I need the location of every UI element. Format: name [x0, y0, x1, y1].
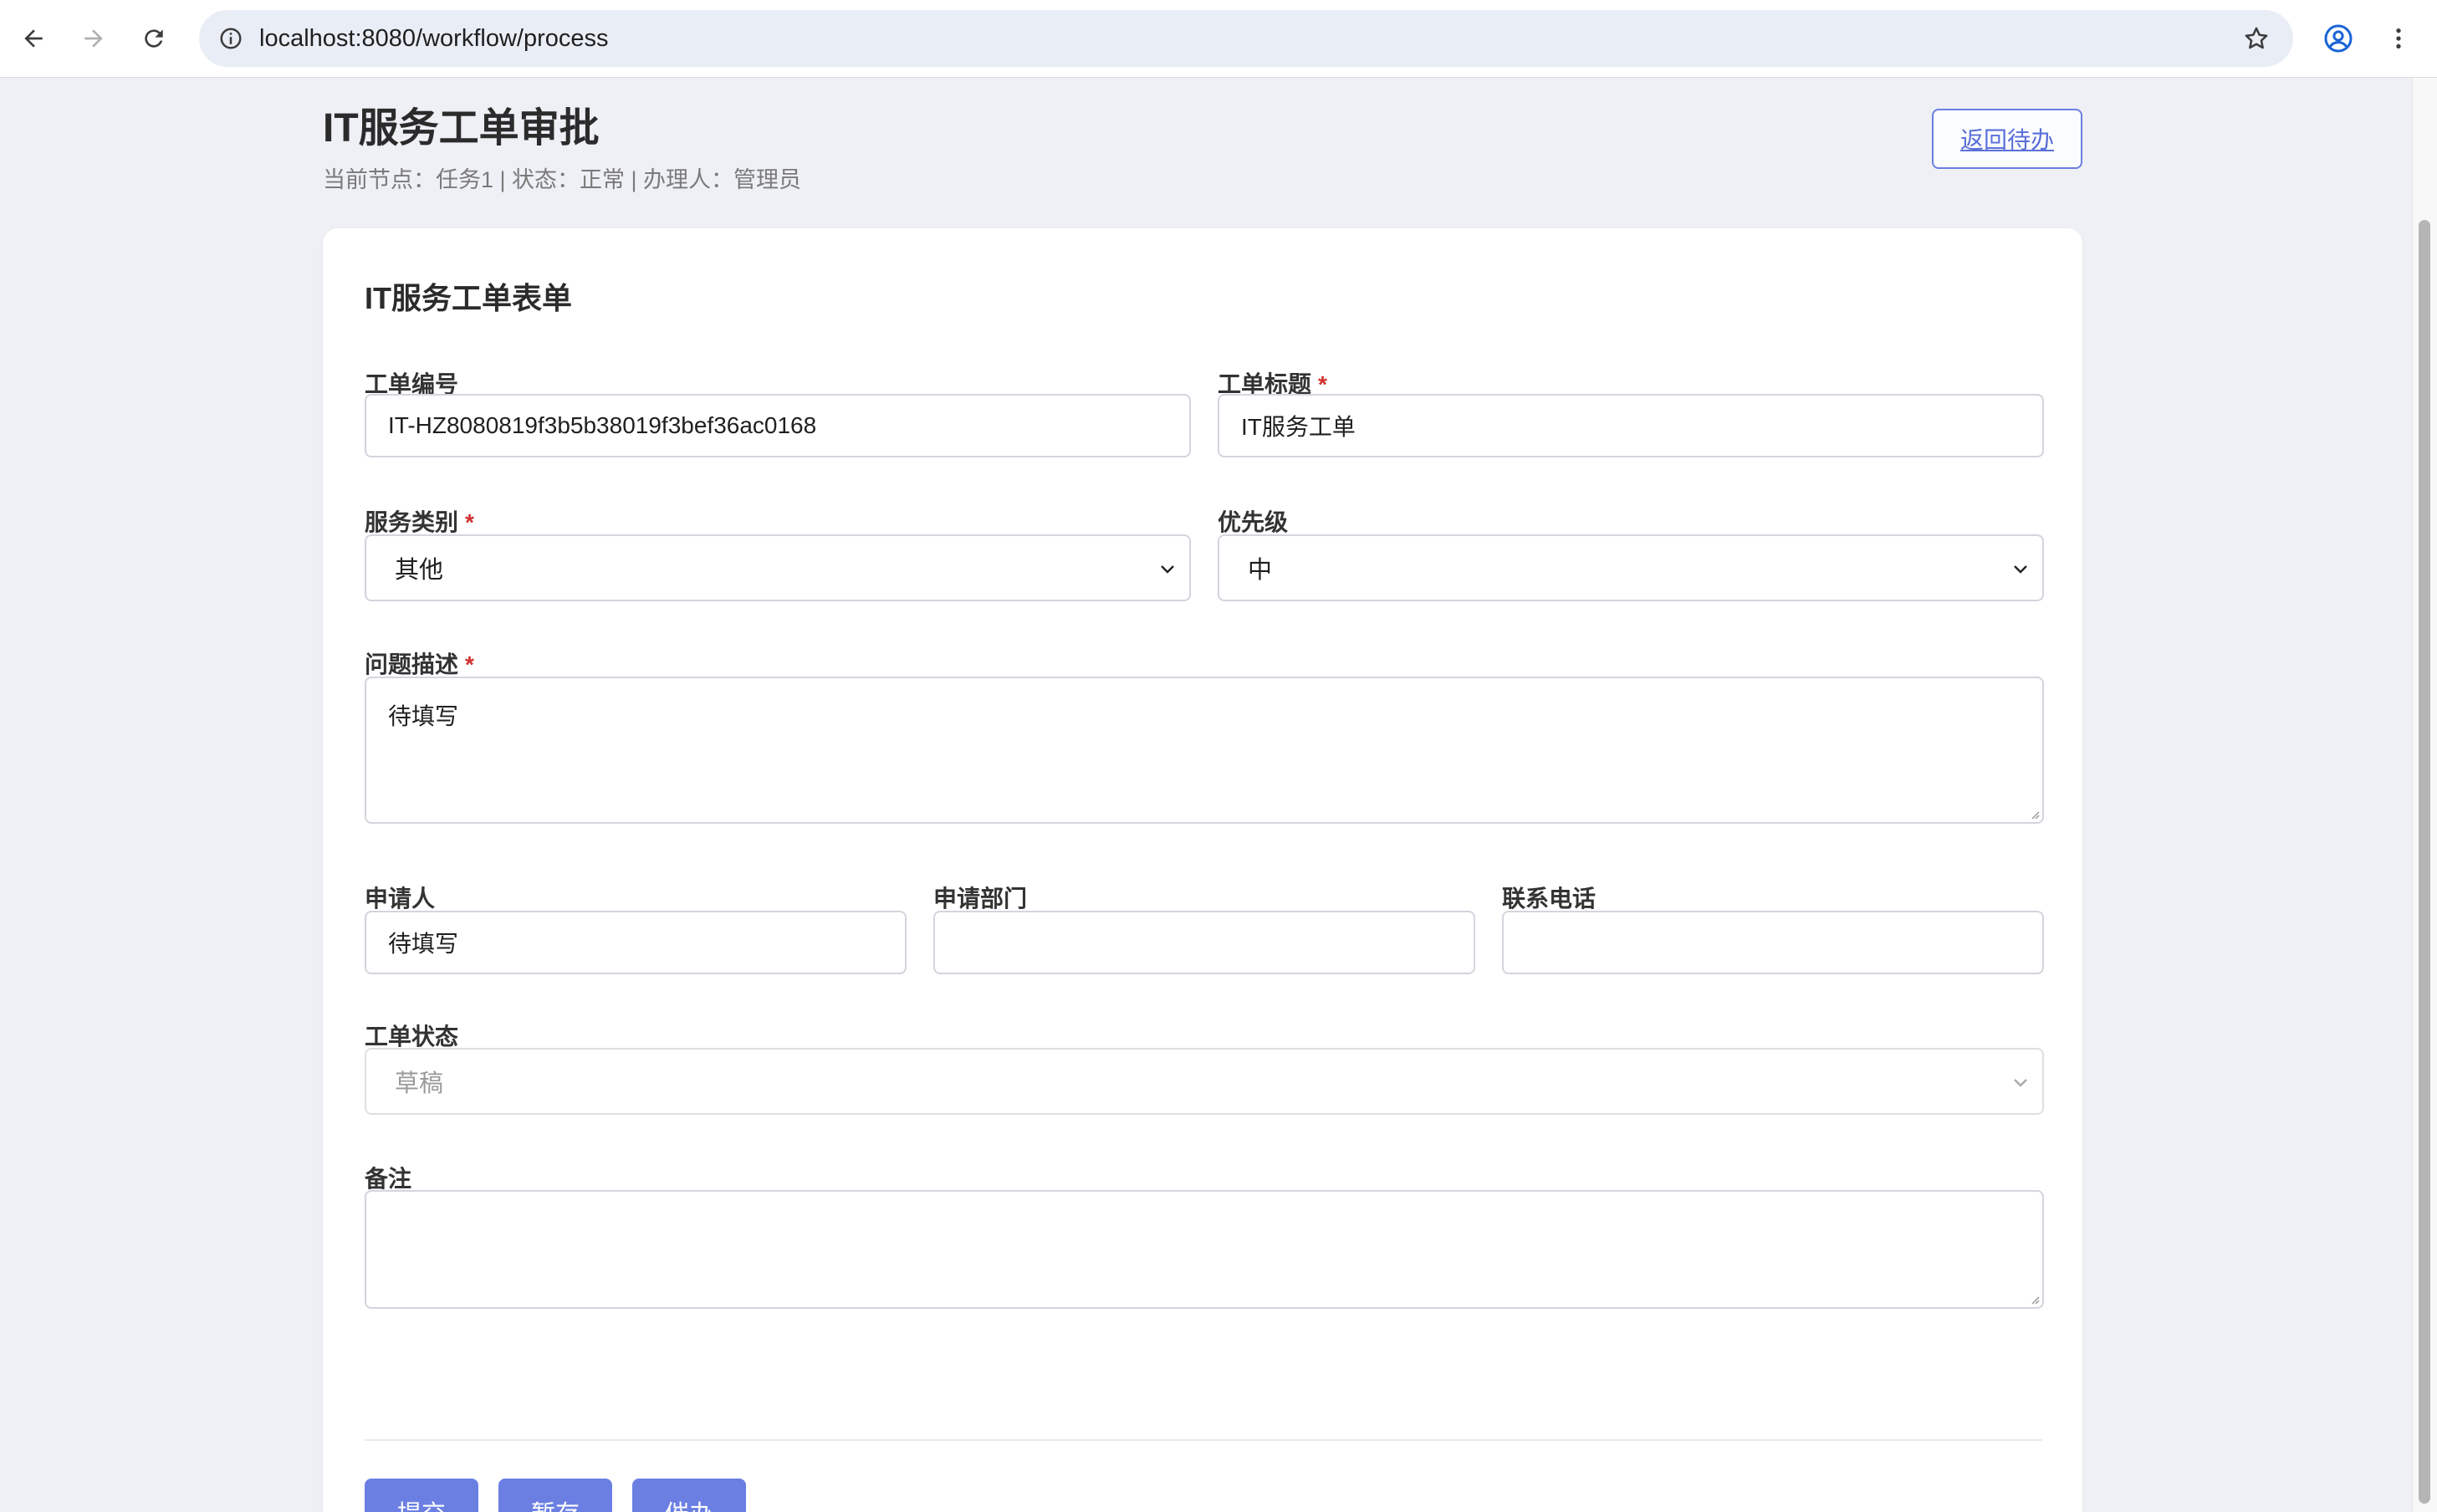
required-mark: * [465, 651, 474, 677]
page-scrollbar[interactable] [2412, 78, 2437, 1512]
chevron-down-icon [2014, 1079, 2027, 1087]
resize-grip-icon[interactable] [2027, 1292, 2041, 1305]
description-textarea[interactable]: 待填写 [365, 677, 2044, 824]
url-text[interactable]: localhost:8080/workflow/process [259, 10, 608, 67]
submit-button[interactable]: 提交 [365, 1479, 478, 1512]
process-info-subtitle: 当前节点：任务1 | 状态：正常 | 办理人：管理员 [323, 167, 802, 192]
applicant-label: 申请人 [365, 881, 435, 914]
priority-selected-value: 中 [1248, 557, 1273, 584]
ticket-title-value: IT服务工单 [1241, 414, 1356, 440]
form-title: IT服务工单表单 [365, 281, 572, 315]
chevron-down-icon [1161, 565, 1174, 574]
phone-label-text: 联系电话 [1502, 886, 1597, 912]
forward-arrow-icon[interactable] [74, 18, 114, 59]
remark-label-text: 备注 [365, 1166, 412, 1192]
category-label-text: 服务类别 [365, 509, 459, 535]
back-to-todo-button[interactable]: 返回待办 [1932, 109, 2082, 169]
back-arrow-icon[interactable] [13, 18, 54, 59]
category-label: 服务类别 * [365, 504, 474, 538]
scrollbar-thumb[interactable] [2419, 220, 2430, 1504]
status-select: 草稿 [365, 1048, 2044, 1115]
required-mark: * [465, 509, 474, 535]
department-input[interactable] [933, 911, 1475, 974]
applicant-value: 待填写 [388, 931, 459, 957]
ticket-no-input[interactable]: IT-HZ8080819f3b5b38019f3bef36ac0168 [365, 394, 1191, 457]
bookmark-star-icon[interactable] [2236, 18, 2276, 59]
department-label: 申请部门 [933, 881, 1027, 914]
site-info-icon[interactable] [211, 18, 251, 59]
category-selected-value: 其他 [395, 557, 444, 584]
browser-toolbar: localhost:8080/workflow/process [0, 0, 2437, 78]
address-bar[interactable]: localhost:8080/workflow/process [199, 10, 2293, 67]
ticket-no-value: IT-HZ8080819f3b5b38019f3bef36ac0168 [388, 412, 817, 438]
kebab-menu-icon[interactable] [2378, 18, 2419, 59]
urge-button[interactable]: 催办 [632, 1479, 746, 1512]
profile-icon[interactable] [2318, 18, 2358, 59]
category-select[interactable]: 其他 [365, 534, 1191, 601]
reload-icon[interactable] [134, 18, 174, 59]
phone-input[interactable] [1502, 911, 2044, 974]
status-label-text: 工单状态 [365, 1024, 459, 1050]
priority-label-text: 优先级 [1218, 509, 1289, 535]
save-draft-button[interactable]: 暂存 [498, 1479, 612, 1512]
remark-textarea[interactable] [365, 1190, 2044, 1309]
ticket-title-input[interactable]: IT服务工单 [1218, 394, 2044, 457]
applicant-label-text: 申请人 [365, 886, 436, 912]
priority-select[interactable]: 中 [1218, 534, 2044, 601]
description-label-text: 问题描述 [365, 651, 459, 677]
priority-label: 优先级 [1218, 504, 1288, 538]
form-card: IT服务工单表单 工单编号 IT-HZ8080819f3b5b38019f3be… [323, 228, 2082, 1512]
remark-label: 备注 [365, 1161, 411, 1194]
chevron-down-icon [2014, 565, 2027, 574]
description-value: 待填写 [388, 703, 459, 729]
description-label: 问题描述 * [365, 646, 474, 680]
resize-grip-icon[interactable] [2027, 807, 2041, 820]
department-label-text: 申请部门 [933, 886, 1028, 912]
form-divider [365, 1439, 2042, 1441]
page-title: IT服务工单审批 [323, 106, 600, 151]
applicant-input[interactable]: 待填写 [365, 911, 907, 974]
page-viewport: IT服务工单审批 当前节点：任务1 | 状态：正常 | 办理人：管理员 返回待办… [0, 78, 2437, 1512]
phone-label: 联系电话 [1502, 881, 1596, 914]
status-label: 工单状态 [365, 1019, 458, 1052]
status-selected-value: 草稿 [395, 1070, 444, 1097]
